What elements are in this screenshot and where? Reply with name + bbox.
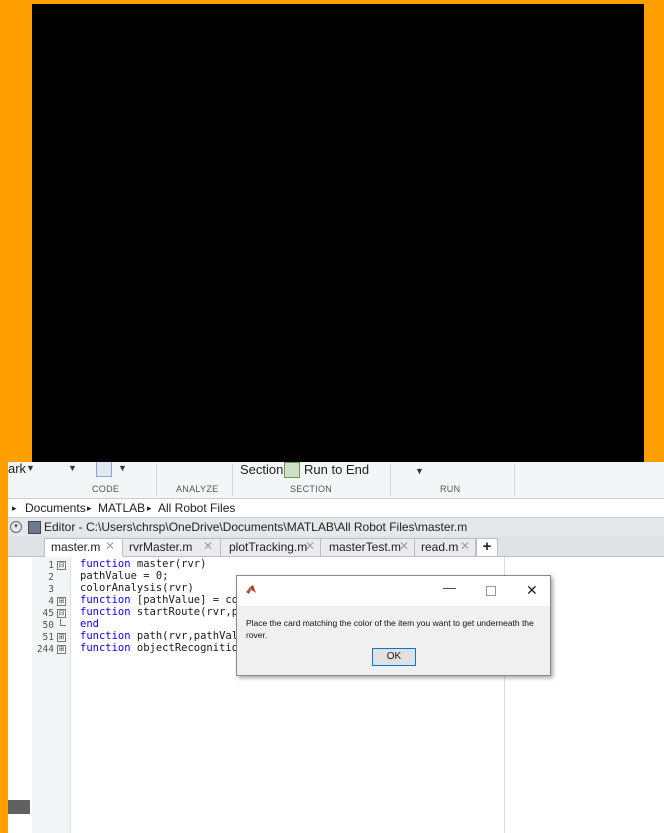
code-line[interactable]: function [pathValue] = colo: [80, 594, 251, 606]
close-icon[interactable]: ✕: [305, 539, 315, 553]
tab-rvrmaster[interactable]: rvrMaster.m ✕: [122, 538, 222, 556]
run-to-end-button[interactable]: Run to End: [304, 462, 369, 477]
divider: [514, 464, 515, 496]
line-number: 2: [48, 572, 54, 583]
dialog-titlebar[interactable]: — ✕: [237, 576, 550, 606]
dialog-message: Place the card matching the color of the…: [246, 618, 534, 640]
tab-label: plotTracking.m: [229, 540, 308, 554]
line-number: 1: [48, 560, 54, 571]
breadcrumb-item-all-robot-files[interactable]: All Robot Files: [158, 501, 235, 515]
code-line[interactable]: function master(rvr): [80, 558, 206, 570]
line-number: 45: [42, 608, 54, 619]
tab-bar: master.m ✕ rvrMaster.m ✕ plotTracking.m …: [8, 536, 664, 630]
code-line[interactable]: pathValue = 0;: [80, 570, 169, 582]
group-code-label: CODE: [92, 484, 120, 494]
close-icon[interactable]: ✕: [460, 539, 470, 553]
dropdown-arrow-icon[interactable]: ▼: [118, 463, 127, 473]
tab-label: read.m: [421, 540, 459, 554]
blank-monitor-area: [32, 4, 644, 462]
collapse-icon[interactable]: ▾: [10, 521, 22, 533]
code-line[interactable]: function objectRecognition(: [80, 642, 251, 654]
fold-toggle-icon[interactable]: ⊟: [57, 609, 66, 618]
editor-icon: [28, 521, 41, 534]
run-to-end-icon[interactable]: [284, 462, 300, 478]
code-line[interactable]: end: [80, 618, 99, 630]
tab-master[interactable]: master.m ✕: [44, 538, 124, 557]
ok-button[interactable]: OK: [372, 648, 416, 666]
divider: [156, 464, 157, 496]
dropdown-arrow-icon[interactable]: ▼: [68, 463, 77, 473]
divider: [390, 464, 391, 496]
close-icon[interactable]: ✕: [105, 539, 115, 553]
matlab-logo-icon: [246, 585, 256, 594]
code-line[interactable]: function startRoute(rvr,pat: [80, 606, 251, 618]
refactor-icon[interactable]: [96, 462, 112, 477]
breadcrumb-item-matlab[interactable]: MATLAB: [98, 501, 145, 515]
add-tab-button[interactable]: +: [476, 538, 498, 557]
code-line[interactable]: function path(rvr,pathValue: [80, 630, 251, 642]
fold-end-marker: [60, 619, 66, 626]
tab-label: master.m: [51, 540, 101, 554]
breadcrumb-item-documents[interactable]: Documents: [25, 501, 86, 515]
section-button[interactable]: Section: [240, 462, 283, 477]
editor-titlebar: ▾ Editor - C:\Users\chrsp\OneDrive\Docum…: [8, 518, 664, 536]
dropdown-arrow-icon[interactable]: ▼: [415, 466, 424, 476]
breadcrumb-separator-icon: ▸: [87, 503, 92, 513]
group-run-label: RUN: [440, 484, 461, 494]
line-number: 244: [36, 644, 54, 655]
group-section-label: SECTION: [290, 484, 333, 494]
group-analyze-label: ANALYZE: [176, 484, 219, 494]
editor-title: Editor - C:\Users\chrsp\OneDrive\Documen…: [44, 520, 468, 534]
breadcrumb-separator-icon: ▸: [12, 503, 17, 513]
tab-mastertest[interactable]: masterTest.m ✕: [320, 538, 416, 556]
toolstrip-partial-label: ark: [8, 462, 27, 476]
breadcrumb: ▸ Documents ▸ MATLAB ▸ All Robot Files: [8, 499, 664, 518]
close-icon[interactable]: ✕: [526, 582, 538, 599]
minimize-icon[interactable]: —: [443, 580, 456, 595]
breadcrumb-separator-icon: ▸: [147, 503, 152, 513]
tab-plottracking[interactable]: plotTracking.m ✕: [220, 538, 322, 556]
line-number: 51: [42, 632, 54, 643]
fold-toggle-icon[interactable]: ⊞: [57, 633, 66, 642]
fold-toggle-icon[interactable]: ⊟: [57, 561, 66, 570]
dropdown-arrow-icon[interactable]: ▼: [26, 463, 35, 473]
line-number: 3: [48, 584, 54, 595]
tab-label: rvrMaster.m: [129, 540, 193, 554]
line-number: 50: [42, 620, 54, 631]
maximize-icon[interactable]: [486, 586, 496, 596]
scroll-marker: [8, 800, 30, 814]
close-icon[interactable]: ✕: [399, 539, 409, 553]
tab-read[interactable]: read.m ✕: [414, 538, 476, 556]
tab-label: masterTest.m: [329, 540, 402, 554]
code-line[interactable]: colorAnalysis(rvr): [80, 582, 194, 594]
fold-toggle-icon[interactable]: ⊞: [57, 597, 66, 606]
fold-toggle-icon[interactable]: ⊞: [57, 645, 66, 654]
divider: [232, 464, 233, 496]
message-dialog: — ✕ Place the card matching the color of…: [236, 575, 551, 676]
toolstrip: ark ▼ ▼ ▼ CODE ANALYZE Section Run to En…: [8, 462, 664, 499]
line-number: 4: [48, 596, 54, 607]
close-icon[interactable]: ✕: [203, 539, 213, 553]
